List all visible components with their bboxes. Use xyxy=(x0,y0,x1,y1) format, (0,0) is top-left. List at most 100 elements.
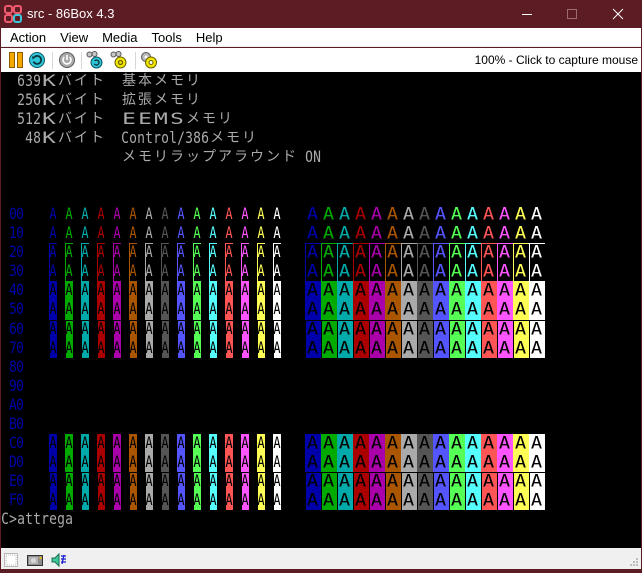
full-width-block-sample-cell: A xyxy=(465,433,481,453)
full-width-block-sample-cell: A xyxy=(513,471,529,491)
half-width-block-sample-cell: A xyxy=(241,471,249,491)
full-width-block-sample-cell: A xyxy=(483,205,495,225)
full-width-block-sample-cell: A xyxy=(305,452,321,472)
half-width-block-sample-cell: A xyxy=(113,490,121,510)
half-width-block-sample-cell: A xyxy=(273,243,281,262)
full-width-block-sample-cell: A xyxy=(353,452,369,472)
half-width-block-sample-cell: A xyxy=(177,205,185,224)
full-width-block-sample-cell: A xyxy=(403,205,415,225)
full-width-block-sample-cell: A xyxy=(337,433,353,453)
screen-glyph: 6 xyxy=(201,129,209,148)
full-width-block-sample-cell: A xyxy=(481,452,497,472)
hard-disk-status[interactable] xyxy=(27,552,43,568)
full-width-block-sample-cell: A xyxy=(497,471,513,491)
resize-grip-icon[interactable] xyxy=(629,557,639,567)
half-width-block-sample-cell: A xyxy=(65,319,73,339)
full-width-block-sample-cell: A xyxy=(497,452,513,472)
hard-disk-icon xyxy=(27,555,43,566)
half-width-block-sample-cell: A xyxy=(177,243,185,262)
attr-row-c0: C0 A A A A A A A A A A A A A A A A A A A A A A A A A A A A A A xyxy=(1,433,641,453)
sound-status[interactable] xyxy=(51,552,67,568)
screen-glyph: ト xyxy=(90,92,104,109)
full-width-block-sample-cell: A xyxy=(499,224,511,244)
half-width-block-sample-cell: A xyxy=(273,433,281,453)
menu-view[interactable]: View xyxy=(53,28,95,47)
screen-glyph: プ xyxy=(202,149,216,166)
full-width-block-sample-cell: A xyxy=(417,452,433,472)
acpi-shutdown-button[interactable] xyxy=(58,51,76,69)
half-width-block-sample-cell: A xyxy=(97,205,105,224)
full-width-block-sample-cell: A xyxy=(385,281,401,301)
close-button[interactable] xyxy=(595,0,641,28)
half-width-block-sample-cell: A xyxy=(273,300,281,320)
screen-glyph: e xyxy=(49,510,57,529)
full-width-block-sample-cell: A xyxy=(321,433,337,453)
full-width-block-sample-cell: A xyxy=(433,338,449,358)
full-width-block-sample-cell: A xyxy=(465,281,481,301)
pause-button[interactable] xyxy=(7,51,25,69)
menu-help[interactable]: Help xyxy=(189,28,230,47)
emulated-display[interactable]: 639Kバイト基本メモリ256Kバイト拡張メモリ512KバイトEEMSメモリ48… xyxy=(1,72,641,548)
half-width-block-sample-cell: A xyxy=(257,433,265,453)
full-width-block-sample-cell: A xyxy=(417,319,433,339)
half-width-block-sample-cell: A xyxy=(225,224,233,243)
full-width-block-sample-cell: A xyxy=(497,262,513,281)
full-width-block-sample-cell: A xyxy=(305,243,321,262)
half-width-block-sample-cell: A xyxy=(209,224,217,243)
screen-glyph: ッ xyxy=(186,149,200,166)
minimize-button[interactable] xyxy=(504,0,550,28)
half-width-block-sample-cell: A xyxy=(81,243,89,262)
floppy-drive-status[interactable] xyxy=(3,552,19,568)
half-width-block-sample-cell: A xyxy=(241,281,249,301)
attr-row-70: 70 A A A A A A A A A A A A A A A A A A A A A A A A A A A A A A xyxy=(1,338,641,358)
half-width-block-sample-cell: A xyxy=(49,433,57,453)
half-width-block-sample-cell: A xyxy=(65,338,73,358)
half-width-block-sample-cell: A xyxy=(273,490,281,510)
full-width-block-sample-cell: A xyxy=(497,433,513,453)
full-width-block-sample-cell: A xyxy=(419,205,431,225)
86box-logo-icon xyxy=(4,5,22,23)
full-width-block-sample-cell: A xyxy=(337,471,353,491)
full-width-block-sample-cell: A xyxy=(529,262,545,281)
title-bar[interactable]: src - 86Box 4.3 xyxy=(0,0,642,28)
full-width-block-sample-cell: A xyxy=(529,300,545,320)
full-width-block-sample-cell: A xyxy=(417,281,433,301)
toolbar: 100% - Click to capture mouse xyxy=(1,48,641,72)
capture-mouse-status[interactable]: 100% - Click to capture mouse xyxy=(475,48,638,72)
half-width-block-sample-cell: A xyxy=(97,300,105,320)
half-width-block-sample-cell: A xyxy=(225,490,233,510)
hard-reset-icon xyxy=(29,52,45,68)
half-width-block-sample-cell: A xyxy=(81,300,89,320)
hard-reset-button[interactable] xyxy=(28,51,46,69)
full-width-block-sample-cell: A xyxy=(321,452,337,472)
screen-glyph: メ xyxy=(154,73,168,89)
half-width-block-sample-cell: A xyxy=(241,300,249,320)
ctrl-alt-del-button[interactable] xyxy=(86,51,104,69)
menu-tools[interactable]: Tools xyxy=(145,28,189,47)
half-width-block-sample-cell: A xyxy=(65,300,73,320)
menu-media[interactable]: Media xyxy=(95,28,144,47)
screen-glyph: メ xyxy=(122,149,136,166)
half-width-block-sample-cell: A xyxy=(97,452,105,472)
attr-row-50: 50 A A A A A A A A A A A A A A A A A A A A A A A A A A A A A A xyxy=(1,300,641,320)
settings-gear-icon xyxy=(141,52,157,69)
half-width-block-sample-cell: A xyxy=(241,338,249,358)
full-width-block-sample-cell: A xyxy=(321,471,337,491)
full-width-block-sample-cell: A xyxy=(529,281,545,301)
half-width-block-sample-cell: A xyxy=(113,300,121,320)
full-width-block-sample-cell: A xyxy=(371,224,383,244)
full-width-block-sample-cell: A xyxy=(401,490,417,510)
ctrl-alt-esc-button[interactable] xyxy=(110,51,128,69)
half-width-block-sample-cell: A xyxy=(129,433,137,453)
floppy-icon xyxy=(4,553,18,567)
half-width-block-sample-cell: A xyxy=(177,224,185,243)
menu-action[interactable]: Action xyxy=(3,28,53,47)
full-width-block-sample-cell: A xyxy=(401,281,417,301)
settings-button[interactable] xyxy=(140,51,158,69)
attr-row-d0: D0 A A A A A A A A A A A A A A A A A A A A A A A A A A A A A A xyxy=(1,452,641,472)
half-width-block-sample-cell: A xyxy=(193,281,201,301)
full-width-block-sample-cell: A xyxy=(481,243,497,262)
maximize-button[interactable] xyxy=(549,0,595,28)
full-width-block-sample-cell: A xyxy=(435,205,447,225)
half-width-block-sample-cell: A xyxy=(145,338,153,358)
